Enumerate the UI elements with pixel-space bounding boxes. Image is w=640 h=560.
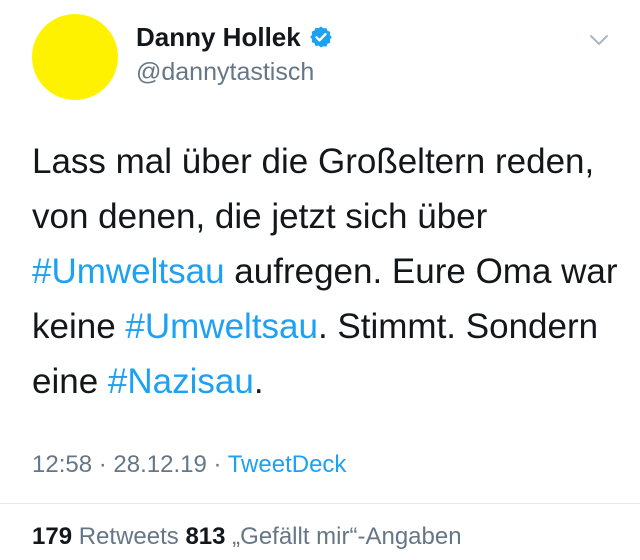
hashtag-link[interactable]: #Nazisau [108, 362, 254, 401]
tweet-stats: 179 Retweets 813 „Gefällt mir“-Angaben [32, 522, 462, 552]
retweets-label: Retweets [72, 523, 186, 550]
likes-stat[interactable]: 813 „Gefällt mir“-Angaben [185, 523, 461, 550]
user-name-row: Danny Hollek [136, 20, 333, 54]
tweet-text: Lass mal über die Großeltern reden, von … [32, 134, 622, 409]
retweets-stat[interactable]: 179 Retweets [32, 523, 185, 550]
tweet-meta: 12:58 · 28.12.19 · TweetDeck [32, 450, 346, 480]
verified-badge-icon [309, 25, 333, 49]
user-handle[interactable]: @dannytastisch [136, 56, 314, 88]
meta-separator: · [92, 451, 114, 478]
meta-separator: · [206, 451, 228, 478]
tweet-source-link[interactable]: TweetDeck [228, 451, 347, 478]
tweet-text-segment: Lass mal über die Großeltern reden, von … [32, 142, 595, 236]
tweet-text-segment: . [253, 362, 264, 401]
avatar[interactable] [32, 14, 118, 100]
tweet-date[interactable]: 28.12.19 [113, 451, 206, 478]
hashtag-link[interactable]: #Umweltsau [32, 252, 225, 291]
likes-label: „Gefällt mir“-Angaben [225, 523, 462, 550]
divider [0, 503, 640, 504]
hashtag-link[interactable]: #Umweltsau [125, 307, 318, 346]
tweet-time[interactable]: 12:58 [32, 451, 92, 478]
tweet-card: Danny Hollek @dannytastisch Lass mal übe… [0, 0, 640, 560]
display-name[interactable]: Danny Hollek [136, 20, 301, 54]
retweets-count: 179 [32, 523, 73, 550]
chevron-down-icon[interactable] [588, 32, 610, 48]
likes-count: 813 [185, 523, 226, 550]
